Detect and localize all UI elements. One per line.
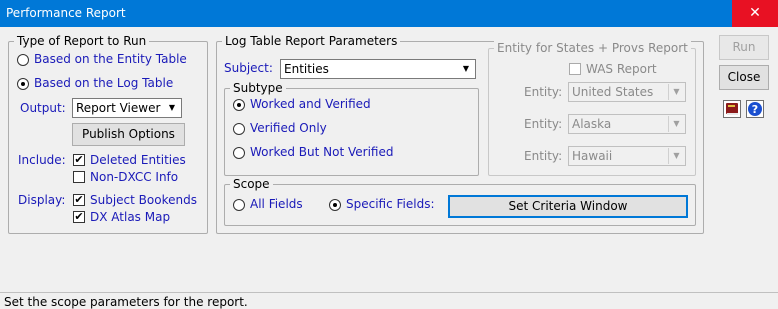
deleted-entities-checkbox[interactable]: ✔ xyxy=(73,154,85,166)
log-table-label[interactable]: Based on the Log Table xyxy=(34,76,173,90)
run-button[interactable]: Run xyxy=(719,35,769,60)
chevron-down-icon: ▼ xyxy=(668,84,684,100)
close-window-button[interactable]: ✕ xyxy=(732,0,778,27)
subject-value: Entities xyxy=(284,62,329,76)
entity-select-3[interactable]: Hawaii ▼ xyxy=(568,146,686,166)
all-fields-radio[interactable] xyxy=(233,199,245,211)
worked-not-verified-radio[interactable] xyxy=(233,147,245,159)
entity-label-1: Entity: xyxy=(524,85,563,99)
dx-atlas-checkbox[interactable]: ✔ xyxy=(73,211,85,223)
subject-bookends-label[interactable]: Subject Bookends xyxy=(90,193,197,207)
all-fields-label[interactable]: All Fields xyxy=(250,197,303,211)
display-label: Display: xyxy=(18,193,66,207)
non-dxcc-label[interactable]: Non-DXCC Info xyxy=(90,170,178,184)
worked-verified-label[interactable]: Worked and Verified xyxy=(250,97,371,111)
non-dxcc-checkbox[interactable] xyxy=(73,171,85,183)
scope-legend: Scope xyxy=(230,177,273,191)
output-select[interactable]: Report Viewer ▼ xyxy=(72,98,182,118)
log-params-legend: Log Table Report Parameters xyxy=(222,34,401,48)
title-bar: Performance Report ✕ xyxy=(0,0,778,27)
subject-select[interactable]: Entities ▼ xyxy=(280,59,476,79)
verified-only-label[interactable]: Verified Only xyxy=(250,121,327,135)
subject-bookends-checkbox[interactable]: ✔ xyxy=(73,194,85,206)
subject-label: Subject: xyxy=(224,61,273,75)
book-icon[interactable] xyxy=(723,100,741,118)
entity-value-2: Alaska xyxy=(572,117,612,131)
log-table-radio[interactable] xyxy=(17,78,29,90)
deleted-entities-label[interactable]: Deleted Entities xyxy=(90,153,186,167)
verified-only-radio[interactable] xyxy=(233,123,245,135)
worked-verified-radio[interactable] xyxy=(233,99,245,111)
report-type-legend: Type of Report to Run xyxy=(14,34,150,48)
output-label: Output: xyxy=(20,101,66,115)
entity-select-1[interactable]: United States ▼ xyxy=(568,82,686,102)
include-label: Include: xyxy=(18,153,66,167)
chevron-down-icon: ▼ xyxy=(668,116,684,132)
entity-label-2: Entity: xyxy=(524,117,563,131)
publish-options-button[interactable]: Publish Options xyxy=(72,123,185,146)
help-icon[interactable]: ? xyxy=(746,100,764,118)
chevron-down-icon: ▼ xyxy=(168,103,176,112)
entity-value-3: Hawaii xyxy=(572,149,613,163)
entity-value-1: United States xyxy=(572,85,654,99)
dx-atlas-label[interactable]: DX Atlas Map xyxy=(90,210,170,224)
window-title: Performance Report xyxy=(6,6,126,20)
entity-table-radio[interactable] xyxy=(17,54,29,66)
entity-select-2[interactable]: Alaska ▼ xyxy=(568,114,686,134)
set-criteria-window-button[interactable]: Set Criteria Window xyxy=(448,195,688,218)
status-bar: Set the scope parameters for the report. xyxy=(0,292,778,309)
svg-text:?: ? xyxy=(752,103,758,116)
entity-label-3: Entity: xyxy=(524,149,563,163)
chevron-down-icon: ▼ xyxy=(462,64,470,73)
output-value: Report Viewer xyxy=(76,101,161,115)
was-report-label[interactable]: WAS Report xyxy=(586,62,657,76)
subtype-legend: Subtype xyxy=(230,81,286,95)
was-report-checkbox[interactable] xyxy=(569,63,581,75)
close-button[interactable]: Close xyxy=(719,65,769,90)
specific-fields-radio[interactable] xyxy=(329,199,341,211)
worked-not-verified-label[interactable]: Worked But Not Verified xyxy=(250,145,393,159)
specific-fields-label[interactable]: Specific Fields: xyxy=(346,197,435,211)
entity-states-legend: Entity for States + Provs Report xyxy=(494,41,691,55)
entity-table-label[interactable]: Based on the Entity Table xyxy=(34,52,187,66)
chevron-down-icon: ▼ xyxy=(668,148,684,164)
